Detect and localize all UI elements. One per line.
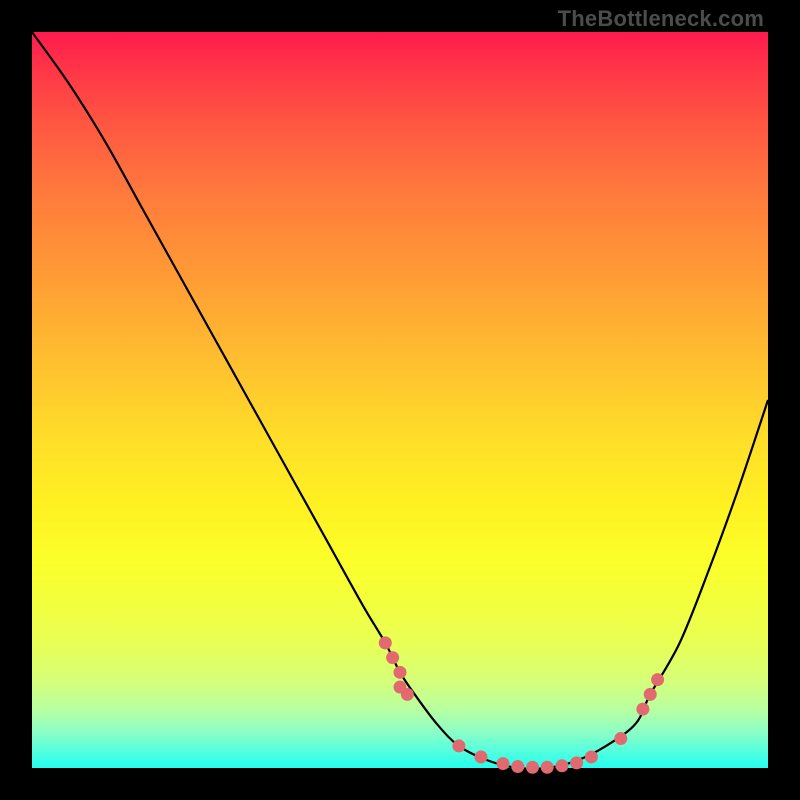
highlight-point — [379, 636, 392, 649]
bottleneck-curve-line — [32, 32, 768, 769]
highlight-point — [570, 756, 583, 769]
highlight-point — [541, 761, 554, 774]
highlight-point — [526, 761, 539, 774]
chart-area — [32, 32, 768, 768]
chart-svg — [32, 32, 768, 768]
highlight-point — [644, 688, 657, 701]
highlight-point — [474, 750, 487, 763]
highlight-point — [651, 673, 664, 686]
highlight-point — [497, 757, 510, 770]
highlight-point — [401, 688, 414, 701]
highlight-point — [511, 760, 524, 773]
highlight-point — [452, 739, 465, 752]
watermark-text: TheBottleneck.com — [558, 6, 764, 32]
highlight-point — [386, 651, 399, 664]
highlight-point — [614, 732, 627, 745]
highlight-point — [636, 703, 649, 716]
highlight-point — [555, 759, 568, 772]
highlight-point — [394, 666, 407, 679]
highlight-point — [585, 750, 598, 763]
